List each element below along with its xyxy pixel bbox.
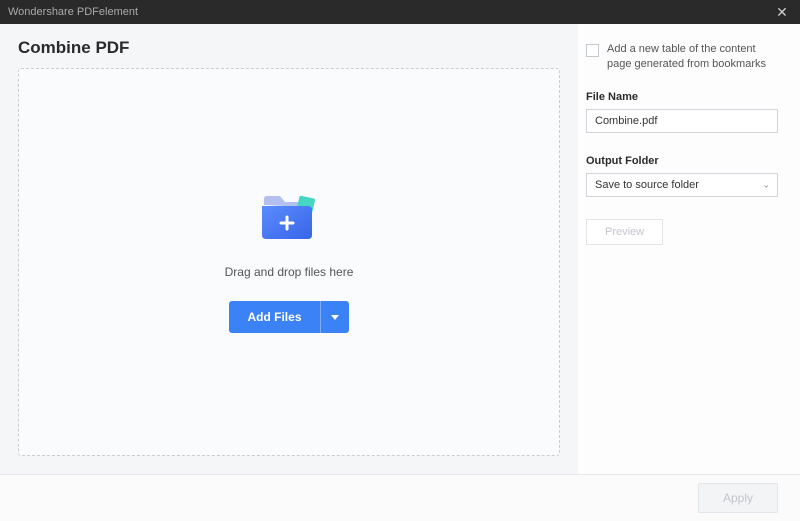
page-title: Combine PDF xyxy=(18,38,560,58)
file-name-input[interactable] xyxy=(586,109,778,133)
right-panel: Add a new table of the content page gene… xyxy=(578,24,800,474)
file-drop-zone[interactable]: Drag and drop files here Add Files xyxy=(18,68,560,456)
apply-button[interactable]: Apply xyxy=(698,483,778,513)
add-files-button[interactable]: Add Files xyxy=(229,301,319,333)
content-area: Combine PDF Drag and dro xyxy=(0,24,800,474)
window-title: Wondershare PDFelement xyxy=(8,6,138,18)
add-folder-icon xyxy=(258,191,320,243)
add-files-group: Add Files xyxy=(229,301,348,333)
add-files-dropdown-button[interactable] xyxy=(320,301,349,333)
output-folder-label: Output Folder xyxy=(586,155,778,167)
output-folder-select[interactable] xyxy=(586,173,778,197)
checkbox-icon[interactable] xyxy=(586,44,599,57)
add-table-checkbox-row[interactable]: Add a new table of the content page gene… xyxy=(586,42,778,73)
output-folder-select-wrap: ⌄ xyxy=(586,173,778,197)
chevron-down-icon xyxy=(331,315,339,320)
file-name-label: File Name xyxy=(586,91,778,103)
drop-zone-text: Drag and drop files here xyxy=(225,265,354,279)
footer-bar: Apply xyxy=(0,474,800,521)
add-table-checkbox-label: Add a new table of the content page gene… xyxy=(607,42,778,73)
left-panel: Combine PDF Drag and dro xyxy=(0,24,578,474)
close-icon[interactable]: ✕ xyxy=(772,4,792,21)
preview-button[interactable]: Preview xyxy=(586,219,663,245)
window-titlebar: Wondershare PDFelement ✕ xyxy=(0,0,800,24)
